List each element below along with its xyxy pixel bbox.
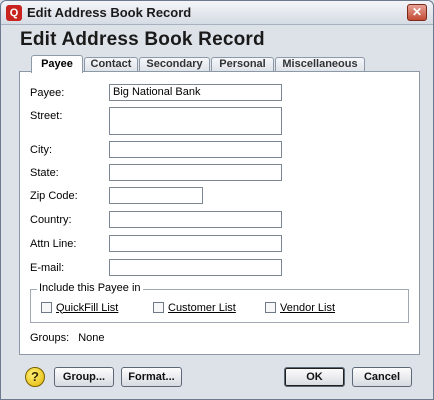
email-field[interactable] — [109, 259, 282, 276]
tab-payee[interactable]: Payee — [31, 55, 83, 73]
attn-line-field[interactable] — [109, 235, 282, 252]
checkbox-box[interactable] — [153, 302, 164, 313]
checkbox-box[interactable] — [41, 302, 52, 313]
city-field[interactable] — [109, 141, 282, 158]
payee-tab-panel: Payee: Big National Bank Street: City: S… — [19, 71, 420, 355]
cancel-button[interactable]: Cancel — [352, 367, 412, 387]
checkbox-box[interactable] — [265, 302, 276, 313]
email-label: E-mail: — [30, 262, 65, 274]
payee-field[interactable]: Big National Bank — [109, 84, 282, 101]
title-bar[interactable]: Q Edit Address Book Record ✕ — [1, 1, 433, 25]
vendor-list-label: Vendor List — [280, 301, 336, 314]
dialog-window: Q Edit Address Book Record ✕ Edit Addres… — [0, 0, 434, 400]
help-icon[interactable]: ? — [25, 367, 45, 387]
app-logo-icon: Q — [6, 5, 22, 21]
state-field[interactable] — [109, 164, 282, 181]
zip-code-field[interactable] — [109, 187, 203, 204]
close-button[interactable]: ✕ — [407, 4, 427, 21]
country-field[interactable] — [109, 211, 282, 228]
include-payee-groupbox: Include this Payee in QuickFill List Cus… — [30, 282, 409, 323]
group-button[interactable]: Group... — [54, 367, 114, 387]
quickfill-list-label: QuickFill List — [56, 301, 119, 314]
tab-miscellaneous[interactable]: Miscellaneous — [275, 57, 365, 72]
tab-personal[interactable]: Personal — [211, 57, 274, 72]
format-button[interactable]: Format... — [121, 367, 182, 387]
tab-secondary[interactable]: Secondary — [139, 57, 210, 72]
vendor-list-checkbox[interactable]: Vendor List — [265, 301, 335, 314]
groups-label: Groups: — [30, 332, 70, 344]
customer-list-label: Customer List — [168, 301, 236, 314]
page-title: Edit Address Book Record — [20, 29, 265, 50]
groups-value: None — [78, 332, 105, 344]
country-label: Country: — [30, 214, 72, 226]
street-label: Street: — [30, 110, 63, 122]
groups-line: Groups: None — [30, 332, 105, 344]
include-payee-title: Include this Payee in — [37, 282, 143, 294]
window-title: Edit Address Book Record — [27, 5, 192, 20]
city-label: City: — [30, 144, 52, 156]
customer-list-checkbox[interactable]: Customer List — [153, 301, 236, 314]
payee-label: Payee: — [30, 87, 65, 99]
tab-contact[interactable]: Contact — [84, 57, 138, 72]
street-field[interactable] — [109, 107, 282, 135]
state-label: State: — [30, 167, 59, 179]
quickfill-list-checkbox[interactable]: QuickFill List — [41, 301, 118, 314]
attn-line-label: Attn Line: — [30, 238, 77, 250]
zip-code-label: Zip Code: — [30, 190, 78, 202]
ok-button[interactable]: OK — [284, 367, 345, 387]
